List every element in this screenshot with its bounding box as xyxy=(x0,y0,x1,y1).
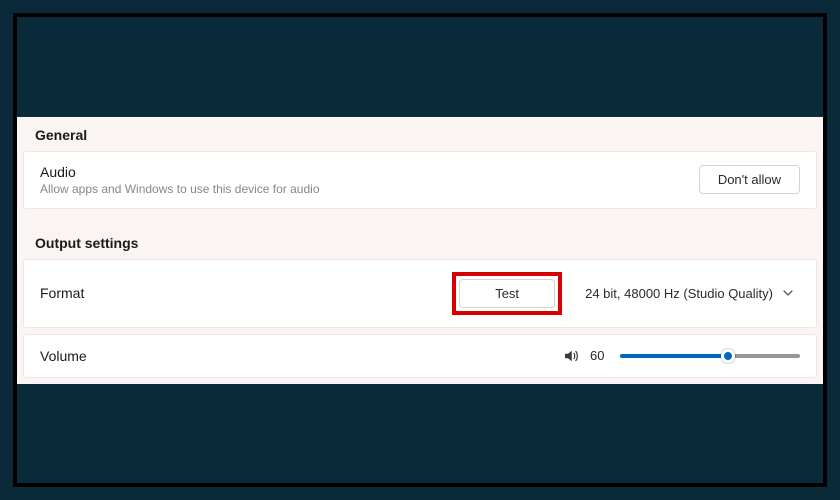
test-button-highlight: Test xyxy=(452,272,562,315)
test-button[interactable]: Test xyxy=(459,279,555,308)
slider-thumb[interactable] xyxy=(721,349,735,363)
volume-value: 60 xyxy=(590,348,610,363)
settings-panel: General Audio Allow apps and Windows to … xyxy=(17,117,823,384)
audio-row: Audio Allow apps and Windows to use this… xyxy=(23,151,817,209)
format-row: Format Test 24 bit, 48000 Hz (Studio Qua… xyxy=(23,259,817,328)
speaker-icon xyxy=(562,347,580,365)
audio-title: Audio xyxy=(40,164,320,180)
section-header-output: Output settings xyxy=(17,225,823,259)
format-title: Format xyxy=(40,285,84,301)
volume-slider[interactable] xyxy=(620,347,800,365)
volume-title: Volume xyxy=(40,348,87,364)
audio-row-text: Audio Allow apps and Windows to use this… xyxy=(40,164,320,196)
chevron-down-icon xyxy=(783,288,793,298)
window-frame: General Audio Allow apps and Windows to … xyxy=(13,13,827,487)
section-header-general: General xyxy=(17,117,823,151)
format-select[interactable]: 24 bit, 48000 Hz (Studio Quality) xyxy=(574,279,800,308)
format-select-value: 24 bit, 48000 Hz (Studio Quality) xyxy=(585,286,773,301)
volume-row: Volume 60 xyxy=(23,334,817,378)
slider-fill xyxy=(620,354,728,358)
dont-allow-button[interactable]: Don't allow xyxy=(699,165,800,194)
audio-subtitle: Allow apps and Windows to use this devic… xyxy=(40,182,320,196)
